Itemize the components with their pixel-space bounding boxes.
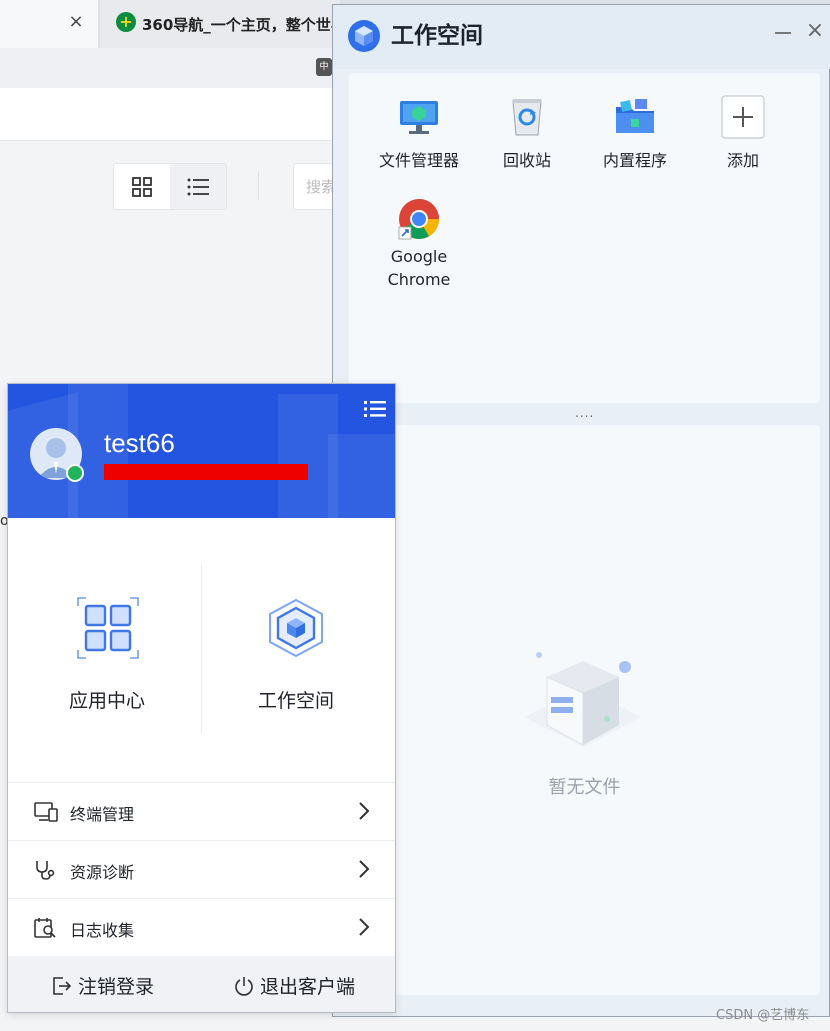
card-label: 应用中心 bbox=[68, 690, 145, 712]
list-view-button[interactable] bbox=[170, 164, 226, 209]
workspace-window: 工作空间 × 文件管理器 回收站 内置程序 添加 Google Chrome .… bbox=[332, 4, 830, 1017]
workspace-title: 工作空间 bbox=[391, 23, 483, 49]
app-add[interactable]: 添加 bbox=[693, 95, 793, 171]
list-icon bbox=[187, 178, 209, 195]
grid-view-button[interactable] bbox=[114, 164, 170, 209]
chrome-icon bbox=[398, 199, 439, 240]
card-label: 工作空间 bbox=[257, 690, 334, 712]
app-label: 内置程序 bbox=[602, 151, 667, 170]
app-label: 回收站 bbox=[502, 151, 551, 170]
app-file-manager[interactable]: 文件管理器 bbox=[369, 95, 469, 171]
folder-apps-icon bbox=[616, 99, 654, 133]
header-decoration bbox=[328, 434, 395, 518]
logout-label: 注销登录 bbox=[78, 976, 155, 998]
app-label: 文件管理器 bbox=[378, 151, 459, 170]
menu-item-label: 日志收集 bbox=[70, 921, 135, 940]
menu-item-resource-diagnosis[interactable]: 资源诊断 bbox=[8, 840, 395, 899]
workspace-apps-panel: 文件管理器 回收站 内置程序 添加 Google Chrome bbox=[349, 73, 820, 403]
empty-box-illustration bbox=[525, 652, 641, 747]
recycle-bin-icon bbox=[512, 99, 542, 136]
stethoscope-icon bbox=[36, 861, 55, 880]
user-header: test66 bbox=[8, 384, 395, 518]
workspace-files-panel: 暂无文件 bbox=[349, 425, 820, 995]
empty-state-text: 暂无文件 bbox=[548, 777, 621, 798]
log-search-icon bbox=[34, 918, 56, 938]
app-builtin-programs[interactable]: 内置程序 bbox=[585, 95, 685, 171]
watermark: CSDN @艺博东 bbox=[716, 1008, 810, 1023]
chevron-right-icon bbox=[359, 860, 370, 878]
workspace-logo-icon bbox=[348, 20, 380, 52]
plus-icon bbox=[721, 95, 765, 139]
menu-item-label: 资源诊断 bbox=[70, 863, 135, 882]
exit-client-button[interactable]: 退出客户端 bbox=[234, 972, 355, 999]
tab-close-icon[interactable]: × bbox=[64, 10, 88, 34]
chevron-right-icon bbox=[359, 802, 370, 820]
view-toggle bbox=[113, 163, 227, 210]
app-google-chrome[interactable]: Google Chrome bbox=[369, 197, 469, 291]
power-icon bbox=[235, 976, 253, 996]
browser-tab-active[interactable]: × bbox=[0, 0, 98, 48]
logout-button[interactable]: 注销登录 bbox=[52, 972, 154, 999]
ime-indicator-icon: 中 bbox=[316, 58, 332, 76]
app-label-line2: Chrome bbox=[387, 270, 451, 289]
menu-item-terminal-management[interactable]: 终端管理 bbox=[8, 782, 395, 841]
panel-splitter[interactable]: .... bbox=[575, 407, 597, 419]
user-panel: test66 应用中心 工作空间 终端管理 资源诊断 日志收集 注销登录 退出客… bbox=[7, 383, 396, 1013]
redacted-info bbox=[104, 464, 308, 480]
app-label: 添加 bbox=[726, 151, 759, 170]
grid-icon bbox=[132, 176, 152, 197]
username: test66 bbox=[104, 428, 175, 458]
chevron-right-icon bbox=[359, 918, 370, 936]
menu-item-label: 终端管理 bbox=[70, 805, 135, 824]
menu-item-log-collection[interactable]: 日志收集 bbox=[8, 898, 395, 957]
browser-tab-360[interactable]: + 360导航_一个主页，整个世界 bbox=[100, 0, 346, 48]
menu-icon[interactable] bbox=[364, 400, 386, 418]
close-icon[interactable]: × bbox=[803, 17, 827, 45]
app-recycle-bin[interactable]: 回收站 bbox=[477, 95, 577, 171]
monitor-icon bbox=[400, 101, 438, 134]
app-center-card[interactable]: 应用中心 bbox=[12, 534, 202, 794]
exit-client-label: 退出客户端 bbox=[260, 976, 356, 998]
workspace-titlebar[interactable]: 工作空间 × bbox=[333, 5, 830, 69]
360-logo-icon: + bbox=[116, 12, 136, 32]
online-status-badge bbox=[66, 464, 84, 482]
toolbar-divider bbox=[258, 172, 259, 200]
minimize-icon[interactable] bbox=[771, 19, 795, 43]
workspace-card[interactable]: 工作空间 bbox=[201, 534, 391, 794]
workspace-icon bbox=[269, 598, 323, 658]
tab-title: 360导航_一个主页，整个世界 bbox=[142, 16, 346, 34]
terminal-icon bbox=[34, 802, 58, 822]
app-label-line1: Google bbox=[390, 247, 448, 266]
app-center-icon bbox=[77, 597, 139, 659]
logout-icon bbox=[53, 976, 72, 995]
user-panel-footer: 注销登录 退出客户端 bbox=[8, 956, 395, 1012]
